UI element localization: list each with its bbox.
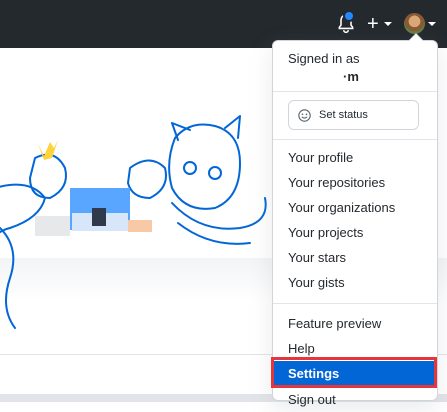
menu-item-your-stars[interactable]: Your stars (273, 245, 437, 270)
menu-item-your-gists[interactable]: Your gists (273, 270, 437, 295)
menu-item-your-profile[interactable]: Your profile (273, 145, 437, 170)
avatar (404, 13, 425, 34)
username: ·m (343, 69, 359, 84)
signed-in-label: Signed in as (288, 51, 360, 66)
set-status-label: Set status (319, 109, 368, 121)
menu-item-your-repositories[interactable]: Your repositories (273, 170, 437, 195)
menu-item-your-projects[interactable]: Your projects (273, 220, 437, 245)
create-new-dropdown[interactable]: + (367, 12, 395, 36)
menu-item-feature-preview[interactable]: Feature preview (273, 311, 437, 336)
smiley-icon (298, 109, 311, 122)
set-status-button[interactable]: Set status (288, 100, 419, 130)
chevron-down-icon (428, 22, 436, 26)
octocat-illustration (0, 115, 267, 329)
menu-divider (273, 303, 437, 304)
menu-item-your-organizations[interactable]: Your organizations (273, 195, 437, 220)
menu-divider (273, 139, 437, 140)
notification-indicator (343, 10, 355, 22)
user-dropdown-menu: Signed in as ·m Set status Your profile … (272, 33, 438, 407)
menu-divider (273, 91, 437, 92)
settings-highlight-outline (271, 357, 437, 388)
chevron-down-icon (384, 22, 392, 26)
user-menu-toggle[interactable] (404, 13, 438, 35)
plus-icon: + (367, 13, 379, 35)
menu-item-sign-out[interactable]: Sign out (273, 387, 437, 412)
